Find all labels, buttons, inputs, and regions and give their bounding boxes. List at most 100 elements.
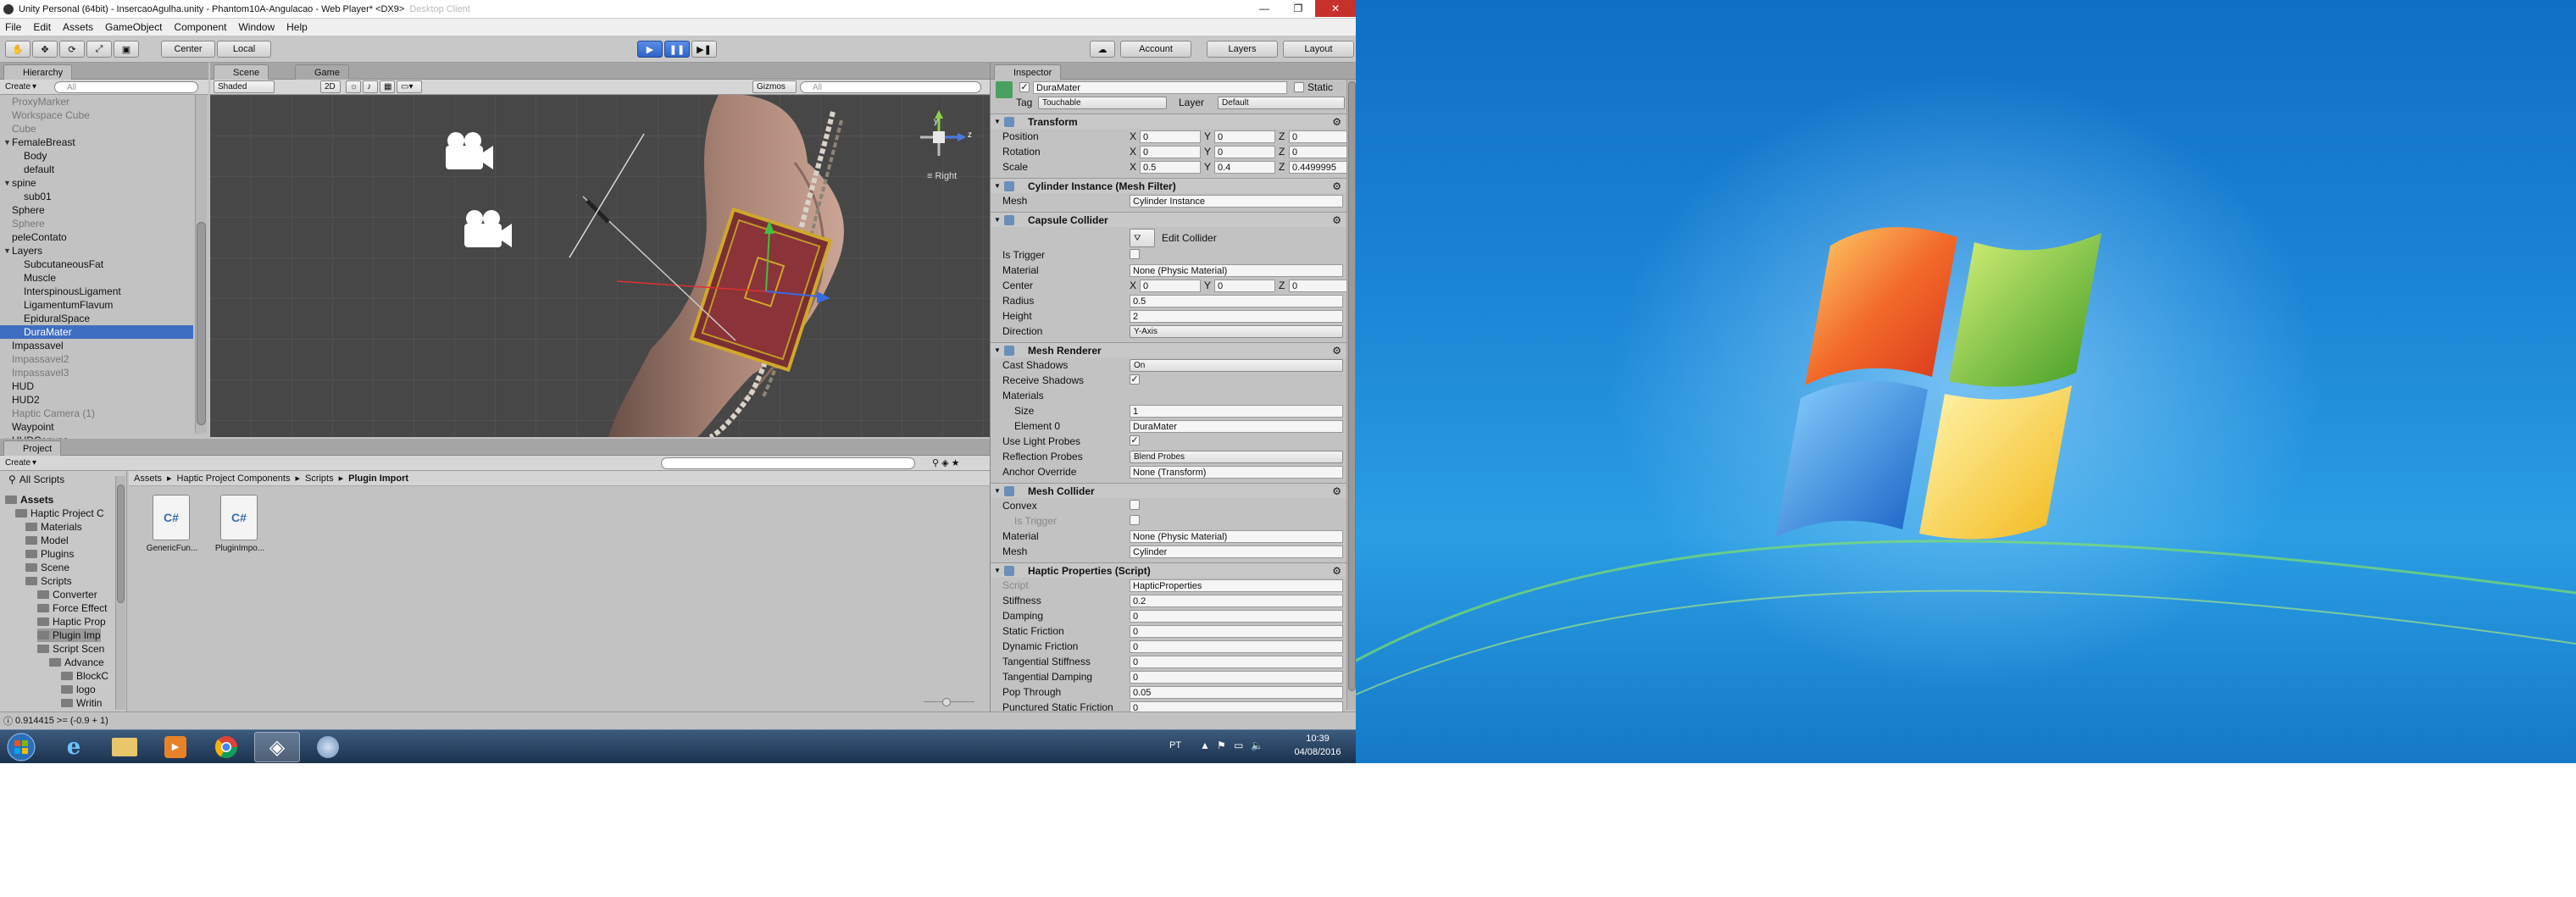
clock-time[interactable]: 10:39 <box>1288 734 1347 744</box>
play-button[interactable]: ▶ <box>637 41 663 58</box>
foldout-arrow-icon[interactable]: ▼ <box>994 216 1001 224</box>
project-tree-scrollbar-thumb[interactable] <box>117 484 125 603</box>
start-button[interactable] <box>2 732 41 762</box>
project-folder-item[interactable]: Advance <box>49 656 104 669</box>
component-settings-icon[interactable]: ⚙ <box>1332 214 1341 226</box>
2d-toggle[interactable]: 2D <box>320 80 341 93</box>
favorites-all-scripts[interactable]: ⚲ All Scripts <box>8 473 64 486</box>
foldout-arrow-icon[interactable]: ▼ <box>994 567 1001 574</box>
pivot-local-button[interactable]: Local <box>217 41 271 58</box>
app-taskbar-icon[interactable] <box>305 732 351 762</box>
hierarchy-item[interactable]: sub01 <box>0 190 193 203</box>
unity-taskbar-icon[interactable]: ◈ <box>254 732 300 762</box>
project-folder-item[interactable]: Script Scen <box>37 642 104 656</box>
tab-scene[interactable]: Scene <box>214 64 269 80</box>
transform-field-y[interactable]: 0 <box>1214 130 1275 143</box>
tab-inspector[interactable]: Inspector <box>994 64 1062 80</box>
mesh-field[interactable]: Cylinder Instance <box>1130 195 1343 208</box>
menu-component[interactable]: Component <box>174 21 226 33</box>
component-settings-icon[interactable]: ⚙ <box>1332 180 1341 192</box>
network-icon[interactable]: ▭ <box>1234 739 1243 751</box>
script-field[interactable]: HapticProperties <box>1130 579 1343 592</box>
menu-file[interactable]: File <box>5 21 21 33</box>
materials-size-field[interactable]: 1 <box>1130 405 1343 418</box>
layer-dropdown[interactable]: Default <box>1218 97 1345 109</box>
hierarchy-item[interactable]: ▼ Layers <box>0 244 193 257</box>
tab-game[interactable]: Game <box>295 64 349 80</box>
center-field-z[interactable]: 0 <box>1289 280 1350 292</box>
media-player-icon[interactable]: ▶ <box>153 732 198 762</box>
haptic-row-field[interactable]: 0 <box>1130 656 1343 668</box>
maximize-button[interactable]: ❐ <box>1281 0 1315 17</box>
project-folder-item[interactable]: Plugins <box>25 547 74 561</box>
transform-field-x[interactable]: 0 <box>1140 146 1201 158</box>
hierarchy-item[interactable]: Sphere <box>0 217 193 230</box>
hierarchy-item[interactable]: Impassavel <box>0 339 193 352</box>
view-orientation-label[interactable]: ≡ Right <box>927 171 957 181</box>
project-folder-item[interactable]: BlockC <box>61 669 108 683</box>
haptic-row-field[interactable]: 0 <box>1130 671 1343 684</box>
mesh-renderer-header[interactable]: ▼ Mesh Renderer ⚙ <box>991 342 1346 357</box>
transform-field-z[interactable]: 0 <box>1289 146 1350 158</box>
file-explorer-icon[interactable] <box>102 732 147 762</box>
capsule-collider-header[interactable]: ▼ Capsule Collider ⚙ <box>991 212 1346 227</box>
hand-tool-icon[interactable]: ✋ <box>5 41 31 58</box>
convex-checkbox[interactable] <box>1130 500 1140 510</box>
mesh-filter-header[interactable]: ▼ Cylinder Instance (Mesh Filter) ⚙ <box>991 178 1346 193</box>
step-button[interactable]: ▶❚ <box>691 41 717 58</box>
hierarchy-item[interactable]: Body <box>0 149 193 163</box>
rotate-tool-icon[interactable]: ⟳ <box>59 41 85 58</box>
shading-mode-dropdown[interactable]: Shaded <box>214 80 275 93</box>
menu-gameobject[interactable]: GameObject <box>105 21 162 33</box>
foldout-arrow-icon[interactable]: ▼ <box>994 182 1001 190</box>
component-settings-icon[interactable]: ⚙ <box>1332 485 1341 497</box>
haptic-properties-header[interactable]: ▼ Haptic Properties (Script) ⚙ <box>991 562 1346 578</box>
haptic-row-field[interactable]: 0 <box>1130 640 1343 653</box>
hierarchy-scrollbar[interactable] <box>195 95 207 434</box>
project-create-button[interactable]: Create <box>5 458 31 468</box>
hierarchy-item[interactable]: ▼ FemaleBreast <box>0 136 193 149</box>
icon-size-slider[interactable] <box>924 698 974 706</box>
project-folder-item[interactable]: Writin <box>61 696 102 710</box>
project-folder-item[interactable]: Model <box>25 534 69 547</box>
project-folder-item[interactable]: Converter <box>37 588 97 601</box>
audio-toggle-icon[interactable]: ♪ <box>363 80 378 93</box>
transform-field-z[interactable]: 0.4499995 <box>1289 161 1350 174</box>
action-center-icon[interactable]: ⚑ <box>1217 739 1226 751</box>
mesh-collider-header[interactable]: ▼ Mesh Collider ⚙ <box>991 483 1346 498</box>
mesh-material-field[interactable]: None (Physic Material) <box>1130 530 1343 543</box>
hierarchy-item[interactable]: ▼ spine <box>0 176 193 190</box>
breadcrumb-scripts[interactable]: Scripts <box>305 473 334 484</box>
anchor-override-field[interactable]: None (Transform) <box>1130 466 1343 479</box>
cast-shadows-dropdown[interactable]: On <box>1130 359 1343 372</box>
lighting-toggle-icon[interactable]: ☼ <box>346 80 361 93</box>
hierarchy-item[interactable]: Impassavel3 <box>0 366 193 379</box>
transform-field-x[interactable]: 0 <box>1140 130 1201 143</box>
foldout-arrow-icon[interactable]: ▼ <box>994 346 1001 354</box>
component-settings-icon[interactable]: ⚙ <box>1332 116 1341 128</box>
minimize-button[interactable]: — <box>1247 0 1281 17</box>
hierarchy-item[interactable]: LigamentumFlavum <box>0 298 193 312</box>
transform-field-y[interactable]: 0 <box>1214 146 1275 158</box>
gizmos-dropdown[interactable]: Gizmos <box>752 80 797 93</box>
hierarchy-item[interactable]: default <box>0 163 193 176</box>
language-indicator[interactable]: PT <box>1169 740 1181 750</box>
menu-assets[interactable]: Assets <box>63 21 93 33</box>
reflection-probes-dropdown[interactable]: Blend Probes <box>1130 451 1343 463</box>
tab-project[interactable]: Project <box>3 440 62 456</box>
hierarchy-item[interactable]: Haptic Camera (1) <box>0 407 193 420</box>
project-folder-item[interactable]: Assets <box>5 493 53 507</box>
transform-field-z[interactable]: 0 <box>1289 130 1350 143</box>
component-settings-icon[interactable]: ⚙ <box>1332 345 1341 357</box>
height-field[interactable]: 2 <box>1130 310 1343 323</box>
project-folder-item[interactable]: Plugin Imp <box>37 628 101 642</box>
static-checkbox[interactable] <box>1294 82 1304 92</box>
menu-window[interactable]: Window <box>238 21 275 33</box>
close-button[interactable]: ✕ <box>1315 0 1356 17</box>
tab-hierarchy[interactable]: Hierarchy <box>3 64 73 80</box>
script-file-item[interactable]: C# PluginImpo... <box>210 495 269 571</box>
project-search-input[interactable] <box>661 457 915 469</box>
edit-collider-button[interactable]: ⛛ <box>1130 229 1155 247</box>
scale-tool-icon[interactable]: ⤢ <box>86 41 112 58</box>
menu-help[interactable]: Help <box>286 21 308 33</box>
